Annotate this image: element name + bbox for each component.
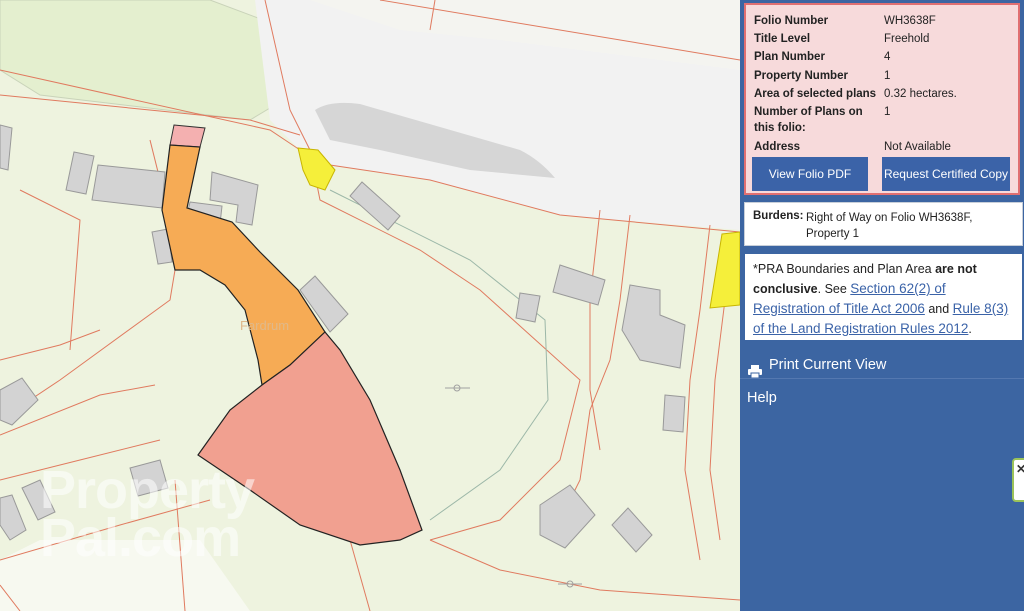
folio-value: WH3638F [884, 15, 936, 27]
selected-plan-pink-strip[interactable] [169, 124, 206, 148]
building [91, 164, 166, 209]
folio-value: Not Available [884, 141, 951, 153]
printer-icon [748, 359, 762, 379]
folio-value: Freehold [884, 33, 930, 45]
folio-label: Folio Number [754, 15, 829, 27]
watermark-logo: Property Pal.com [40, 460, 255, 568]
disclaimer-text: *PRA Boundaries and Plan Area [753, 262, 936, 276]
boundary-disclaimer: *PRA Boundaries and Plan Area are not co… [744, 253, 1023, 341]
folio-label: Property Number [754, 70, 848, 82]
folio-label: Address [754, 141, 801, 153]
place-label: Fardrum [240, 318, 290, 333]
disclaimer-text: . [968, 322, 972, 336]
disclaimer-text: and [924, 302, 953, 316]
print-current-view-button[interactable]: Print Current View [740, 350, 1024, 380]
sidebar-panel: Folio Number WH3638F Title Level Freehol… [740, 0, 1024, 611]
map-canvas[interactable]: Fardrum Property Pal.com [0, 0, 740, 611]
help-label: Help [747, 390, 777, 406]
folio-value: 1 [884, 70, 891, 82]
burdens-value: Right of Way on Folio WH3638F, Property … [806, 212, 973, 240]
help-menu-item[interactable]: Help [740, 383, 1024, 413]
building [662, 394, 686, 433]
watermark-text: Property [40, 460, 255, 520]
print-label: Print Current View [769, 357, 887, 373]
folio-label: Area of selected plans [754, 88, 877, 100]
folio-value: 4 [884, 51, 891, 63]
folio-label: Number of Plans on this folio: [754, 106, 863, 134]
folio-value: 0.32 hectares. [884, 88, 957, 100]
watermark-text: Pal.com [40, 508, 241, 568]
folio-value: 1 [884, 106, 891, 118]
folio-details-panel: Folio Number WH3638F Title Level Freehol… [744, 3, 1020, 195]
folio-label: Title Level [754, 33, 811, 45]
view-folio-pdf-button[interactable]: View Folio PDF [752, 157, 868, 191]
menu-divider [740, 378, 1024, 379]
burdens-label: Burdens: [753, 210, 804, 222]
disclaimer-text: . See [817, 282, 851, 296]
burdens-panel: Burdens: Right of Way on Folio WH3638F, … [744, 202, 1023, 246]
close-widget-icon[interactable]: ✕ [1012, 458, 1024, 502]
folio-label: Plan Number [754, 51, 825, 63]
request-certified-copy-button[interactable]: Request Certified Copy [882, 157, 1010, 191]
